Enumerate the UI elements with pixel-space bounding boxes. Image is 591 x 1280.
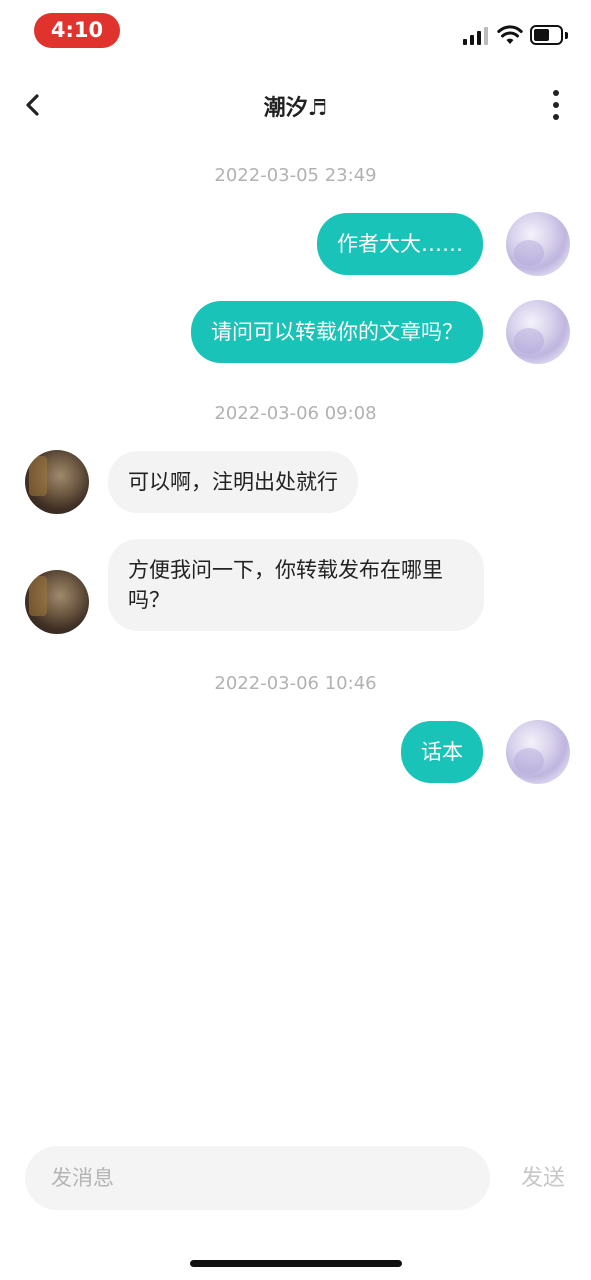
- incoming-message-bubble[interactable]: 可以啊，注明出处就行: [108, 451, 358, 513]
- outgoing-message-bubble[interactable]: 作者大大……: [317, 213, 483, 275]
- message-timestamp: 2022-03-06 10:46: [214, 673, 377, 694]
- page-title: 潮汐♬: [263, 96, 328, 121]
- outgoing-message-bubble[interactable]: 话本: [401, 721, 483, 783]
- incoming-message-bubble[interactable]: 方便我问一下，你转载发布在哪里吗？: [108, 539, 484, 631]
- my-avatar[interactable]: [506, 300, 570, 364]
- home-indicator: [190, 1260, 402, 1267]
- status-time: 4:10: [34, 13, 120, 48]
- send-button[interactable]: 发送: [505, 1160, 581, 1192]
- more-vertical-icon[interactable]: [540, 88, 572, 122]
- my-avatar[interactable]: [506, 720, 570, 784]
- contact-avatar[interactable]: [25, 450, 89, 514]
- outgoing-message-bubble[interactable]: 请问可以转载你的文章吗？: [191, 301, 483, 363]
- message-timestamp: 2022-03-05 23:49: [214, 165, 377, 186]
- battery-icon: [530, 25, 568, 45]
- composer-bar: 发送: [0, 1146, 591, 1212]
- wifi-icon: [497, 25, 523, 44]
- nav-bar: 潮汐♬: [0, 70, 591, 140]
- signal-icon: [463, 27, 489, 45]
- message-timestamp: 2022-03-06 09:08: [214, 403, 377, 424]
- status-bar: 4:10: [0, 0, 591, 62]
- message-input[interactable]: [25, 1146, 490, 1210]
- contact-avatar[interactable]: [25, 570, 89, 634]
- my-avatar[interactable]: [506, 212, 570, 276]
